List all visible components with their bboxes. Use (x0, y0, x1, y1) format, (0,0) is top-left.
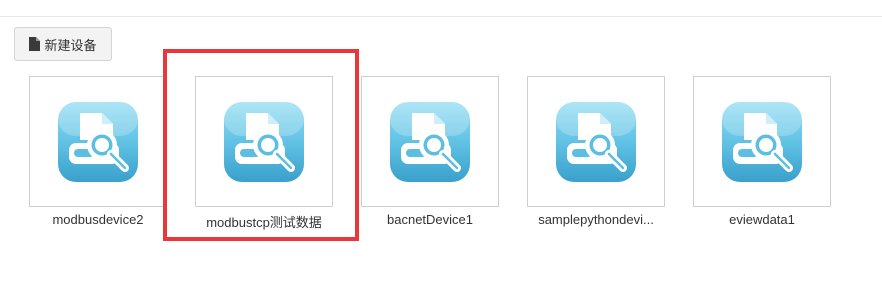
device-search-icon (220, 98, 308, 186)
device-search-icon (54, 98, 142, 186)
device-search-icon (552, 98, 640, 186)
device-grid: modbusdevice2 modbustcp测试数据 bacnetDevice… (0, 0, 882, 306)
device-name[interactable]: modbusdevice2 (29, 212, 167, 227)
device-name[interactable]: modbustcp测试数据 (195, 212, 333, 231)
device-item-samplepythondevice[interactable]: samplepythondevi... (527, 76, 665, 227)
device-thumbnail[interactable] (29, 76, 167, 207)
device-thumbnail[interactable] (527, 76, 665, 207)
device-item-modbusdevice2[interactable]: modbusdevice2 (29, 76, 167, 227)
device-thumbnail[interactable] (195, 76, 333, 207)
device-name[interactable]: bacnetDevice1 (361, 212, 499, 227)
device-thumbnail[interactable] (693, 76, 831, 207)
device-item-modbustcp[interactable]: modbustcp测试数据 (195, 76, 333, 231)
device-item-bacnetdevice1[interactable]: bacnetDevice1 (361, 76, 499, 227)
device-search-icon (718, 98, 806, 186)
device-name[interactable]: eviewdata1 (693, 212, 831, 227)
device-thumbnail[interactable] (361, 76, 499, 207)
device-item-eviewdata1[interactable]: eviewdata1 (693, 76, 831, 227)
device-name[interactable]: samplepythondevi... (527, 212, 665, 227)
device-search-icon (386, 98, 474, 186)
